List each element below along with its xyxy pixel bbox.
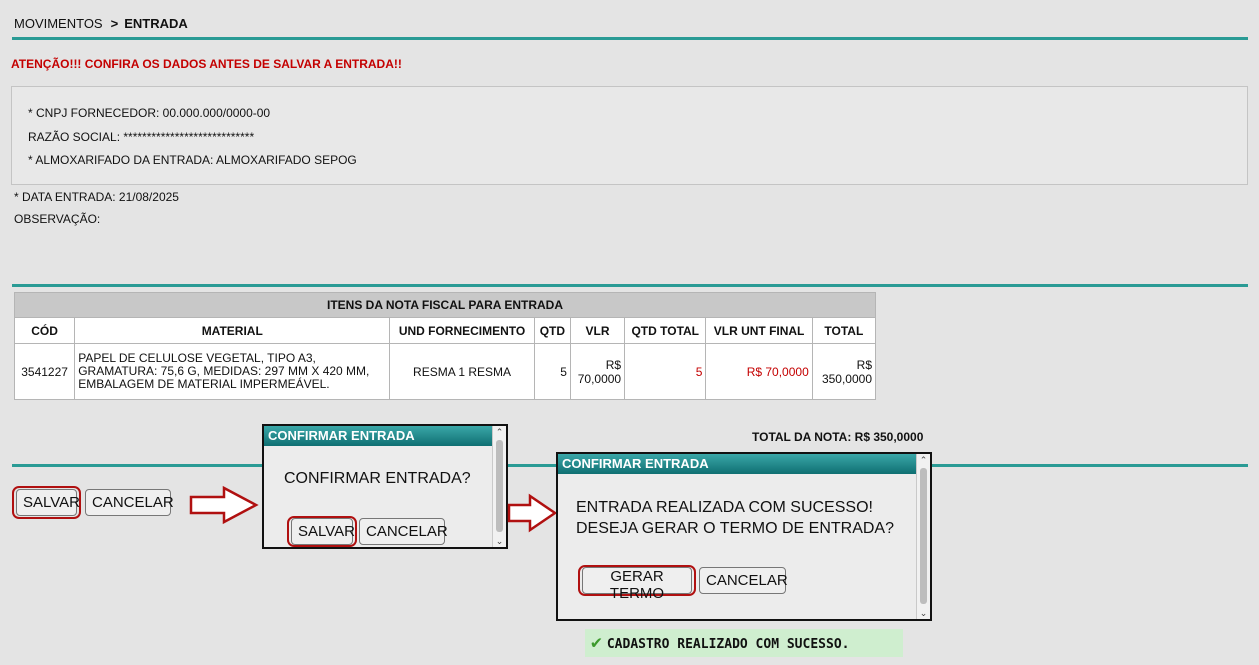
col-header-qtd: QTD bbox=[533, 317, 571, 344]
success-banner: ✔ CADASTRO REALIZADO COM SUCESSO. bbox=[585, 629, 903, 657]
observacao-line: OBSERVAÇÃO: bbox=[14, 212, 101, 226]
cell-material: PAPEL DE CELULOSE VEGETAL, TIPO A3, GRAM… bbox=[74, 343, 391, 400]
breadcrumb-root[interactable]: MOVIMENTOS bbox=[14, 16, 103, 31]
section-divider bbox=[12, 284, 1248, 287]
checkmark-icon: ✔ bbox=[591, 632, 602, 653]
cnpj-line: * CNPJ FORNECEDOR: 00.000.000/0000-00 bbox=[28, 106, 271, 120]
breadcrumb-current: ENTRADA bbox=[124, 16, 188, 31]
col-header-material: MATERIAL bbox=[74, 317, 391, 344]
dialog-title: CONFIRMAR ENTRADA bbox=[264, 426, 492, 446]
data-entrada-line: * DATA ENTRADA: 21/08/2025 bbox=[14, 190, 179, 204]
scroll-down-icon[interactable]: ⌄ bbox=[917, 607, 930, 619]
dialog-message-line-2: DESEJA GERAR O TERMO DE ENTRADA? bbox=[576, 520, 894, 537]
dialog-title: CONFIRMAR ENTRADA bbox=[558, 454, 916, 474]
dialog-scrollbar[interactable]: ⌃ ⌄ bbox=[916, 454, 930, 619]
almoxarifado-line: * ALMOXARIFADO DA ENTRADA: ALMOXARIFADO … bbox=[28, 153, 357, 167]
table-row: 3541227 PAPEL DE CELULOSE VEGETAL, TIPO … bbox=[13, 343, 877, 400]
scroll-down-icon[interactable]: ⌄ bbox=[493, 535, 506, 547]
supplier-info-box: * CNPJ FORNECEDOR: 00.000.000/0000-00 RA… bbox=[11, 86, 1248, 185]
dialog-scrollbar[interactable]: ⌃ ⌄ bbox=[492, 426, 506, 547]
breadcrumb-separator: > bbox=[110, 16, 119, 31]
cell-qtd: 5 bbox=[533, 343, 571, 400]
scroll-up-icon[interactable]: ⌃ bbox=[493, 426, 506, 438]
arrow-right-icon bbox=[189, 485, 259, 525]
table-header-row: CÓD MATERIAL UND FORNECIMENTO QTD VLR QT… bbox=[13, 317, 877, 344]
confirm-dialog: CONFIRMAR ENTRADA ⌃ ⌄ CONFIRMAR ENTRADA?… bbox=[262, 424, 508, 549]
total-nota: TOTAL DA NOTA: R$ 350,0000 bbox=[752, 430, 924, 444]
dialog-salvar-button[interactable]: SALVAR bbox=[291, 518, 355, 545]
items-table: ITENS DA NOTA FISCAL PARA ENTRADA CÓD MA… bbox=[13, 292, 877, 400]
cell-qtd-total: 5 bbox=[624, 343, 707, 400]
success-dialog: CONFIRMAR ENTRADA ⌃ ⌄ ENTRADA REALIZADA … bbox=[556, 452, 932, 621]
dialog-cancelar-button[interactable]: CANCELAR bbox=[359, 518, 448, 545]
arrow-right-icon bbox=[507, 493, 558, 533]
col-header-vlr-unt-final: VLR UNT FINAL bbox=[705, 317, 813, 344]
cell-und: RESMA 1 RESMA bbox=[389, 343, 535, 400]
success-message: CADASTRO REALIZADO COM SUCESSO. bbox=[606, 637, 850, 652]
col-header-cod: CÓD bbox=[13, 317, 76, 344]
razao-social-line: RAZÃO SOCIAL: **************************… bbox=[28, 130, 255, 144]
scroll-thumb[interactable] bbox=[496, 440, 503, 532]
header-divider bbox=[12, 37, 1248, 40]
cancelar-button[interactable]: CANCELAR bbox=[85, 489, 174, 516]
cell-vlr: R$ 70,0000 bbox=[569, 343, 626, 400]
dialog-message-line-1: ENTRADA REALIZADA COM SUCESSO! bbox=[576, 499, 873, 516]
dialog-cancelar-button[interactable]: CANCELAR bbox=[699, 567, 788, 594]
scroll-up-icon[interactable]: ⌃ bbox=[917, 454, 930, 466]
col-header-total: TOTAL bbox=[811, 317, 877, 344]
cell-total: R$ 350,0000 bbox=[811, 343, 877, 400]
col-header-qtd-total: QTD TOTAL bbox=[624, 317, 707, 344]
col-header-vlr: VLR bbox=[569, 317, 626, 344]
scroll-thumb[interactable] bbox=[920, 468, 927, 604]
gerar-termo-button[interactable]: GERAR TERMO bbox=[582, 567, 692, 602]
col-header-und: UND FORNECIMENTO bbox=[389, 317, 535, 344]
breadcrumb: MOVIMENTOS > ENTRADA bbox=[14, 16, 188, 31]
cell-vlr-unt-final: R$ 70,0000 bbox=[705, 343, 813, 400]
cell-cod: 3541227 bbox=[13, 343, 76, 400]
dialog-message: CONFIRMAR ENTRADA? bbox=[284, 470, 471, 487]
table-caption: ITENS DA NOTA FISCAL PARA ENTRADA bbox=[14, 292, 876, 318]
warning-message: ATENÇÃO!!! CONFIRA OS DADOS ANTES DE SAL… bbox=[11, 57, 402, 71]
salvar-button[interactable]: SALVAR bbox=[16, 489, 80, 516]
